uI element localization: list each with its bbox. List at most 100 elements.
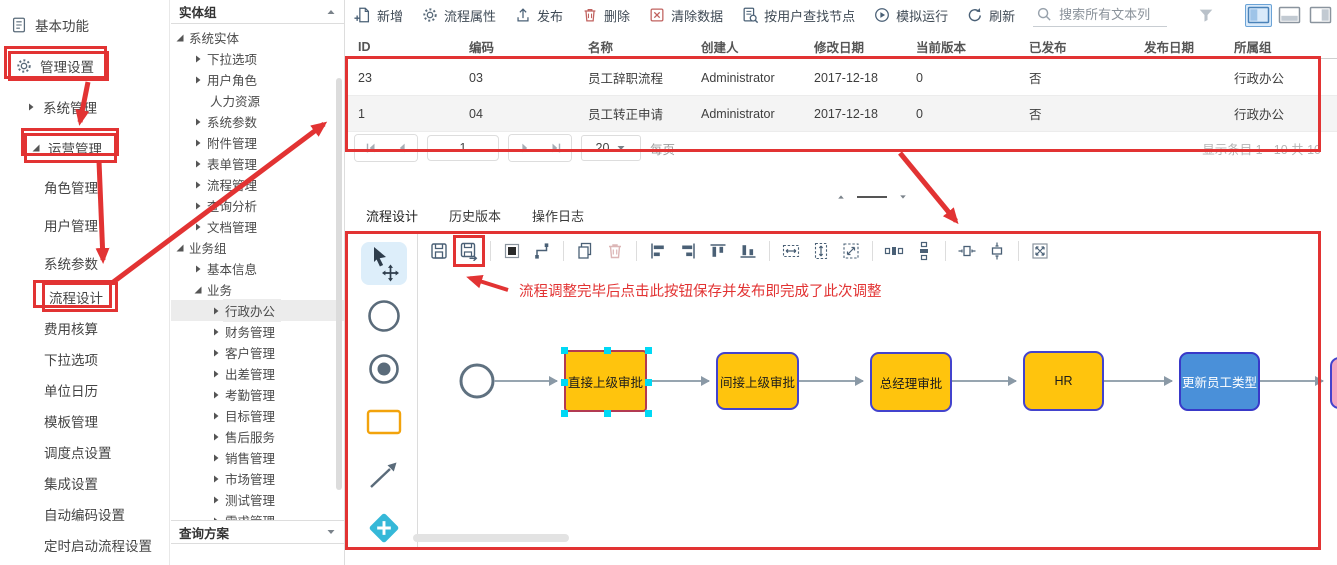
search-input[interactable] [1057,6,1165,23]
layout-left-button[interactable] [1245,4,1272,27]
sidebar-item[interactable]: 费用核算 [0,312,169,343]
tree-item[interactable]: 文档管理 [171,216,344,237]
flow-node[interactable]: HR [1023,351,1104,411]
canvas-horizontal-scrollbar[interactable] [413,534,569,542]
column-header[interactable]: 编码 [469,37,588,56]
sidebar-item[interactable]: 角色管理 [0,168,169,206]
circle-tool[interactable] [361,295,407,338]
gateway-tool[interactable] [361,506,407,549]
column-header[interactable]: 名称 [588,37,701,56]
selection-handle[interactable] [645,347,652,354]
tab-active[interactable]: 流程设计 [366,206,418,225]
page-size-select[interactable]: 20 [581,135,641,161]
tree-item[interactable]: 测试管理 [171,489,344,510]
sidebar-item[interactable]: 系统管理 [0,86,169,127]
column-header[interactable]: 所属组 [1234,37,1337,56]
toolbar-button[interactable]: 删除 [581,6,630,25]
layout-bottom-button[interactable] [1276,4,1303,27]
flow-node[interactable]: 更新员工类型 [1179,352,1260,411]
tree-item[interactable]: 销售管理 [171,447,344,468]
flow-node[interactable]: 直接上级审批 [564,350,647,412]
column-header[interactable]: ID [358,40,469,54]
selection-handle[interactable] [645,410,652,417]
sidebar-item[interactable]: 流程设计 [0,282,169,312]
toolbar-button[interactable]: 清除数据 [648,6,723,25]
column-header[interactable]: 发布日期 [1144,37,1234,56]
tree-item[interactable]: 查询分析 [171,195,344,216]
flow-node[interactable]: 间接上级审批 [716,352,799,410]
sidebar-item[interactable]: 基本功能 [0,4,169,45]
table-row[interactable]: 2303员工辞职流程Administrator2017-12-180否行政办公 [346,60,1337,96]
tree-item[interactable]: 附件管理 [171,132,344,153]
selection-handle[interactable] [561,347,568,354]
panel-expand-icon[interactable] [326,527,336,537]
tree-header[interactable]: 实体组 [171,0,344,24]
column-header[interactable]: 修改日期 [814,37,916,56]
add-button[interactable]: 新增 [354,6,403,25]
next-page-button[interactable] [509,135,540,161]
query-scheme-bar[interactable]: 查询方案 [171,520,344,544]
prev-page-button[interactable] [386,135,417,161]
select-move-tool[interactable] [361,242,407,285]
toolbar-button[interactable]: 按用户查找节点 [741,6,855,25]
start-node[interactable] [461,365,493,397]
selection-handle[interactable] [645,379,652,386]
tree-item[interactable]: 需求管理 [171,510,344,520]
tree-scrollbar[interactable] [336,78,342,490]
panel-collapse-icon[interactable] [326,7,336,17]
sidebar-item[interactable]: 管理设置 [0,45,169,86]
last-page-button[interactable] [540,135,571,161]
tree-item[interactable]: 业务组 [171,237,344,258]
table-row[interactable]: 104员工转正申请Administrator2017-12-180否行政办公 [346,96,1337,132]
connector-tool[interactable] [361,453,407,496]
column-header[interactable]: 创建人 [701,37,814,56]
flow-node[interactable]: 总经理审批 [870,352,952,412]
end-node-tool[interactable] [361,348,407,391]
tree-item[interactable]: 客户管理 [171,342,344,363]
tree-item[interactable]: 系统参数 [171,111,344,132]
tree-item[interactable]: 行政办公 [171,300,344,321]
tree-item[interactable]: 财务管理 [171,321,344,342]
column-header[interactable]: 已发布 [1029,37,1144,56]
selection-handle[interactable] [604,347,611,354]
splitter-handle[interactable] [857,196,887,198]
sidebar-item[interactable]: 集成设置 [0,467,169,498]
first-page-button[interactable] [355,135,386,161]
flow-node[interactable] [1330,357,1337,409]
tree-item[interactable]: 考勤管理 [171,384,344,405]
tree-item[interactable]: 出差管理 [171,363,344,384]
sidebar-item[interactable]: 下拉选项 [0,343,169,374]
selection-handle[interactable] [561,379,568,386]
sidebar-item[interactable]: 用户管理 [0,206,169,244]
tree-item[interactable]: 系统实体 [171,27,344,48]
tab-item[interactable]: 操作日志 [532,206,584,225]
sidebar-item[interactable]: 调度点设置 [0,436,169,467]
column-header[interactable]: 当前版本 [916,37,1029,56]
sidebar-item[interactable]: 系统参数 [0,244,169,282]
sidebar-item[interactable]: 定时启动流程设置 [0,529,169,560]
sidebar-item[interactable]: 单位日历 [0,374,169,405]
selection-handle[interactable] [561,410,568,417]
rect-tool[interactable] [361,400,407,443]
sidebar-item[interactable]: 模板管理 [0,405,169,436]
page-number-input[interactable]: 1 [427,135,499,161]
tree-item[interactable]: 表单管理 [171,153,344,174]
tab-item[interactable]: 历史版本 [449,206,501,225]
sidebar-item[interactable]: 自动编码设置 [0,498,169,529]
toolbar-button[interactable]: 模拟运行 [873,6,948,25]
toolbar-button[interactable]: 发布 [514,6,563,25]
tree-item[interactable]: 售后服务 [171,426,344,447]
tree-item[interactable]: 用户角色 [171,69,344,90]
selection-handle[interactable] [604,410,611,417]
layout-right-button[interactable] [1307,4,1334,27]
tree-item[interactable]: 人力资源 [171,90,344,111]
tree-item[interactable]: 下拉选项 [171,48,344,69]
toolbar-button[interactable]: 流程属性 [421,6,496,25]
tree-item[interactable]: 流程管理 [171,174,344,195]
splitter-up-icon[interactable] [836,193,846,201]
designer-canvas[interactable]: 流程调整完毕后点击此按钮保存并发布即完成了此次调整 [419,232,1337,550]
splitter-down-icon[interactable] [898,193,908,201]
filter-funnel-icon[interactable] [1197,6,1215,24]
sidebar-item[interactable]: 运营管理 [0,127,169,168]
tree-item[interactable]: 基本信息 [171,258,344,279]
